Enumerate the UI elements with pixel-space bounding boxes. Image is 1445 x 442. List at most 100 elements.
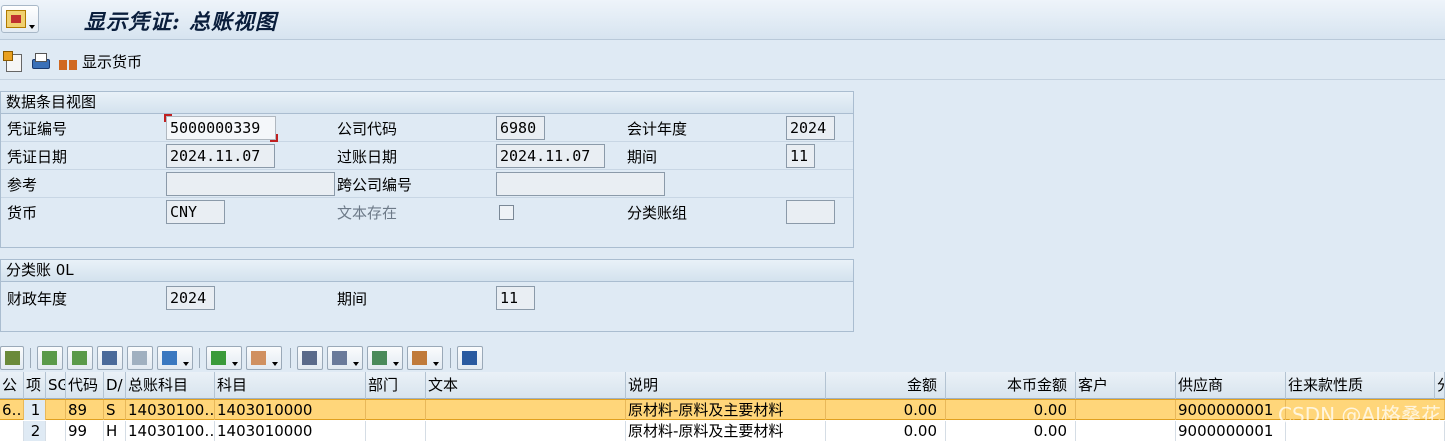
chevron-down-icon [393,362,399,366]
sort-descending-icon [72,351,87,365]
doc-date-field[interactable]: 2024.11.07 [166,144,275,168]
table-cell: 0.00 [946,421,1076,441]
column-header[interactable]: 总账科目 [126,372,215,399]
binoculars-icon [102,351,117,365]
subtotal-icon [251,351,266,365]
chevron-down-icon [272,362,278,366]
ledger-fiscal-year-field[interactable]: 2024 [166,286,215,310]
ledger-period-label: 期间 [337,290,368,308]
column-header[interactable]: 说明 [626,372,826,399]
menu-icon [6,10,26,28]
form-row: 凭证日期 2024.11.07 过账日期 2024.11.07 期间 11 [1,142,853,170]
reference-field[interactable] [166,172,335,196]
ledger-period-field[interactable]: 11 [496,286,535,310]
separator [30,348,31,368]
views-icon [332,351,347,365]
table-cell [46,421,66,441]
display-currency-button[interactable]: 显示货币 [82,51,142,72]
currency-field[interactable]: CNY [166,200,225,224]
chevron-down-icon [29,25,35,29]
group-header: 分类账 0L [1,260,853,282]
text-exists-checkbox[interactable] [499,205,514,220]
print-icon[interactable] [30,51,50,71]
ledger-fiscal-year-label: 财政年度 [7,290,68,308]
table-cell [46,400,66,420]
chevron-down-icon [433,362,439,366]
table-cell [426,400,626,420]
table-row[interactable]: 2 99 H 14030100… 1403010000 原材料-原料及主要材料 … [0,421,1445,442]
text-exists-label: 文本存在 [337,204,398,222]
export-button[interactable] [367,346,403,370]
doc-number-field[interactable]: 5000000339 [164,114,278,142]
ledger-group-box: 分类账 0L 财政年度 2024 期间 11 [0,259,854,332]
sort-ascending-button[interactable] [37,346,63,370]
chevron-down-icon [353,362,359,366]
sort-descending-button[interactable] [67,346,93,370]
column-header[interactable]: 部门 [366,372,426,399]
table-cell: S [104,400,126,420]
column-header[interactable]: D/ [104,372,126,399]
column-header[interactable]: 公 [0,372,24,399]
currency-label: 货币 [7,204,38,222]
currency-icon[interactable] [58,51,78,71]
title-bar: 显示凭证: 总账视图 [0,0,1445,40]
table-cell: 89 [66,400,104,420]
table-cell: 14030100… [128,421,215,441]
info-button[interactable] [457,346,483,370]
separator [290,348,291,368]
ledger-group-field[interactable] [786,200,835,224]
column-header[interactable]: 代码 [66,372,104,399]
company-code-field[interactable]: 6980 [496,116,545,140]
document-overview-icon[interactable] [3,51,23,72]
table-cell [366,400,426,420]
application-toolbar: 显示货币 [0,40,1445,80]
watermark: CSDN @AI格桑花 [1278,403,1441,427]
column-header[interactable]: 供应商 [1176,372,1286,399]
column-header[interactable]: SG [46,372,66,399]
views-button[interactable] [327,346,363,370]
table-cell [0,421,24,441]
column-header[interactable]: 分 [1435,372,1445,399]
column-header[interactable]: 本币金额 [946,372,1076,399]
column-header[interactable]: 文本 [426,372,626,399]
table-cell [1076,421,1176,441]
table-header: 公 项 SG 代码 D/ 总账科目 科目 部门 文本 说明 金额 本币金额 客户… [0,372,1445,399]
posting-date-label: 过账日期 [337,148,398,166]
cross-company-number-label: 跨公司编号 [337,176,413,194]
separator [450,348,451,368]
details-button[interactable] [0,346,24,370]
magnifier-icon [5,351,20,365]
total-button[interactable] [206,346,242,370]
table-cell: 9000000001 [1176,421,1286,441]
period-label: 期间 [627,148,658,166]
filter-button[interactable] [157,346,193,370]
chevron-down-icon [232,362,238,366]
find-next-button[interactable] [127,346,153,370]
fiscal-year-field[interactable]: 2024 [786,116,835,140]
print-icon [302,351,317,365]
column-header[interactable]: 科目 [215,372,366,399]
period-field[interactable]: 11 [786,144,815,168]
reference-label: 参考 [7,176,38,194]
find-button[interactable] [97,346,123,370]
column-header[interactable]: 客户 [1076,372,1176,399]
cross-company-number-field[interactable] [496,172,665,196]
print-preview-button[interactable] [297,346,323,370]
column-header[interactable]: 金额 [826,372,946,399]
table-cell [366,421,426,441]
column-header[interactable]: 项 [24,372,46,399]
company-code-label: 公司代码 [337,120,398,138]
posting-date-field[interactable]: 2024.11.07 [496,144,605,168]
table-cell: 0.00 [826,400,946,420]
table-row[interactable]: 6… 1 89 S 14030100… 1403010000 原材料-原料及主要… [0,399,1445,420]
group-header: 数据条目视图 [1,92,853,114]
table-cell: 0.00 [826,421,946,441]
subtotal-button[interactable] [246,346,282,370]
form-row: 凭证编号 5000000339 公司代码 6980 会计年度 2024 [1,114,853,142]
table-cell: H [104,421,126,441]
system-menu-button[interactable] [1,5,39,33]
separator [199,348,200,368]
table-cell: 9000000001 [1176,400,1286,420]
layout-button[interactable] [407,346,443,370]
column-header[interactable]: 往来款性质 [1286,372,1435,399]
